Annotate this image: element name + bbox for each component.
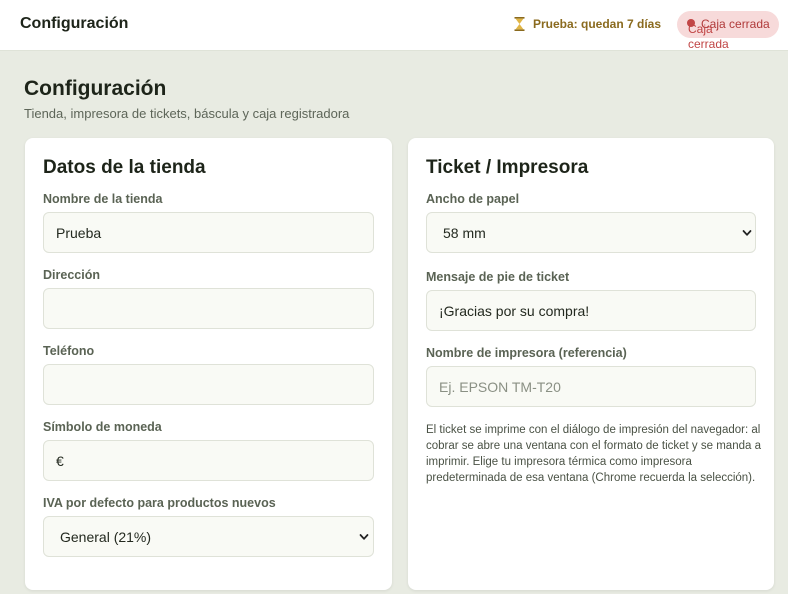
ticket-footer-input[interactable] <box>426 290 756 331</box>
store-data-title: Datos de la tienda <box>43 157 206 178</box>
default-vat-label: IVA por defecto para productos nuevos <box>43 496 276 510</box>
store-data-card: Datos de la tienda Nombre de la tienda D… <box>25 138 392 590</box>
phone-label: Teléfono <box>43 344 95 358</box>
app-title: Configuración <box>20 15 129 32</box>
paper-width-label: Ancho de papel <box>426 192 520 206</box>
page-title: Configuración <box>24 77 167 100</box>
hourglass-icon <box>514 17 525 31</box>
paper-width-select[interactable]: 58 mm <box>426 212 756 253</box>
currency-symbol-label: Símbolo de moneda <box>43 420 162 434</box>
trial-text: Prueba: quedan 7 días <box>533 17 662 31</box>
address-input[interactable] <box>43 288 374 329</box>
store-name-input[interactable] <box>43 212 374 253</box>
store-name-label: Nombre de la tienda <box>43 192 163 206</box>
default-vat-select[interactable]: General (21%) <box>43 516 374 557</box>
print-help-text: El ticket se imprime con el diálogo de i… <box>426 424 761 484</box>
page-subtitle: Tienda, impresora de tickets, báscula y … <box>24 106 350 121</box>
ticket-printer-card: Ticket / Impresora Ancho de papel 58 mm … <box>408 138 774 590</box>
address-label: Dirección <box>43 268 100 282</box>
printer-name-input[interactable] <box>426 366 756 407</box>
ticket-printer-title: Ticket / Impresora <box>426 157 589 178</box>
ticket-footer-label: Mensaje de pie de ticket <box>426 270 570 284</box>
printer-name-label: Nombre de impresora (referencia) <box>426 346 627 360</box>
currency-symbol-input[interactable] <box>43 440 374 481</box>
phone-input[interactable] <box>43 364 374 405</box>
top-bar: Configuración Prueba: quedan 7 días Caja… <box>0 0 788 51</box>
cash-register-status-overflow-text: Caja cerrada <box>688 22 729 51</box>
trial-badge: Prueba: quedan 7 días <box>514 17 661 31</box>
